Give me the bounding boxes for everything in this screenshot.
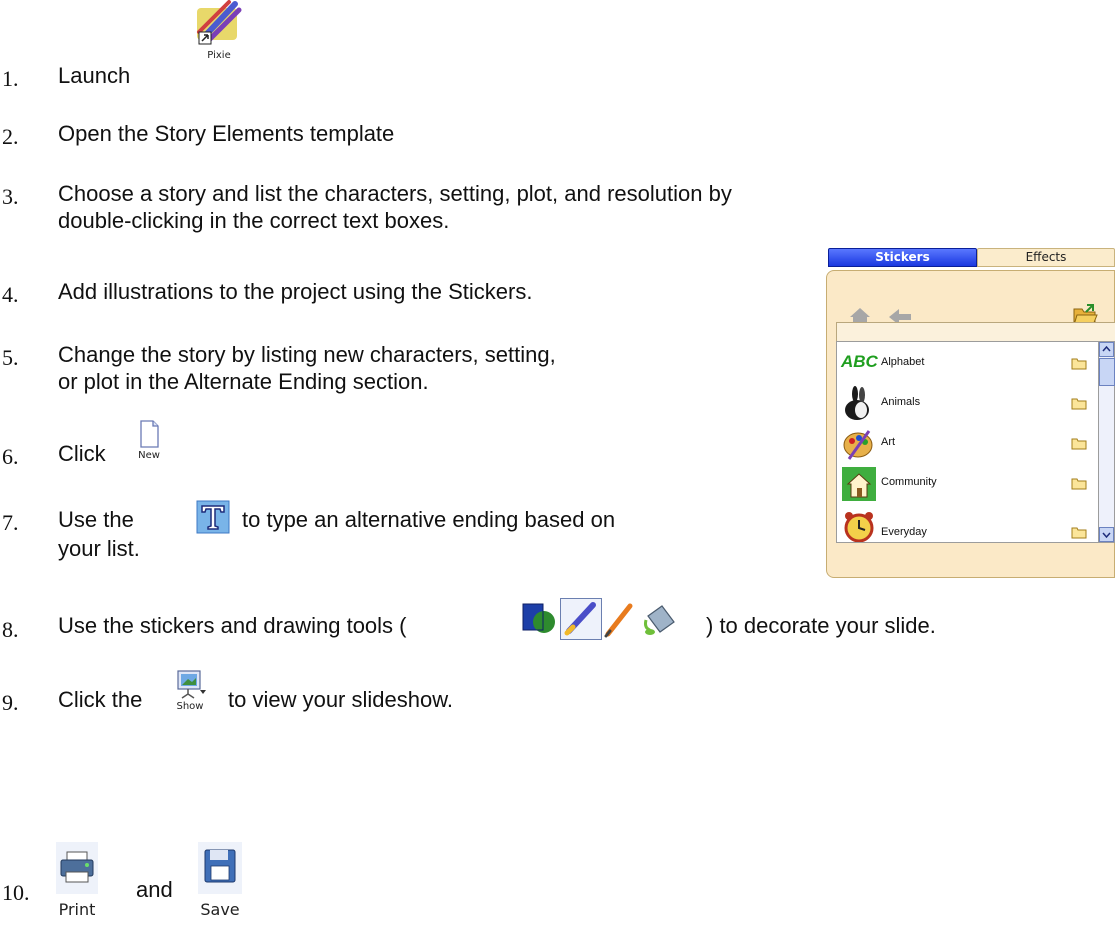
folder-icon	[1071, 478, 1087, 490]
step-text-after-icon: to view your slideshow.	[228, 687, 453, 712]
brush-tool-button[interactable]	[560, 598, 602, 640]
scroll-down-icon[interactable]	[1099, 527, 1114, 542]
step-number: 7.	[2, 510, 19, 535]
pixie-caption: Pixie	[207, 50, 231, 61]
scroll-thumb[interactable]	[1099, 358, 1115, 386]
paint-bucket-tool-button[interactable]	[640, 598, 682, 638]
paint-palette-icon	[843, 430, 873, 460]
step-number: 2.	[2, 124, 19, 149]
pixie-icon-button[interactable]: Pixie	[189, 0, 249, 64]
step-text: Click	[58, 441, 106, 466]
step-number: 6.	[2, 444, 19, 469]
folder-icon	[1071, 398, 1087, 410]
step-text: Click the	[58, 687, 143, 712]
pencil-icon	[604, 603, 633, 638]
sticker-category-label: Community	[881, 476, 937, 488]
folder-icon	[1071, 527, 1087, 539]
step-text: Open the Story Elements template	[58, 121, 395, 146]
sticker-tool-icon	[522, 603, 555, 633]
step-text-line-2: or plot in the Alternate Ending section.	[58, 369, 429, 394]
floppy-disk-icon	[198, 842, 242, 894]
save-caption: Save	[200, 900, 240, 919]
stickers-panel: Stickers Effects ABC Alphabet Animals Ar…	[826, 248, 1115, 578]
step-text-line-2: double-clicking in the correct text boxe…	[58, 208, 450, 233]
scroll-up-icon[interactable]	[1099, 342, 1114, 357]
sticker-category-label: Alphabet	[881, 356, 925, 368]
list-item[interactable]: Animals	[839, 384, 1097, 424]
step-number: 1.	[2, 66, 19, 91]
step-number: 4.	[2, 282, 19, 307]
sticker-category-label: Animals	[881, 396, 921, 408]
new-caption: New	[138, 450, 160, 461]
step-number: 3.	[2, 184, 19, 209]
step-text-and: and	[136, 877, 173, 902]
printer-icon	[56, 842, 98, 894]
step-number: 5.	[2, 345, 19, 370]
step-text: Choose a story and list the characters, …	[58, 181, 732, 206]
rabbit-icon	[845, 386, 869, 420]
step-text: Change the story by listing new characte…	[58, 342, 556, 367]
sticker-category-label: Art	[881, 436, 896, 448]
tab-effects[interactable]: Effects	[977, 248, 1115, 267]
step-text: Add illustrations to the project using t…	[58, 279, 533, 304]
print-caption: Print	[58, 900, 96, 919]
step-text: Use the	[58, 507, 134, 532]
folder-icon	[1071, 358, 1087, 370]
text-tool-icon	[196, 500, 230, 534]
pixie-brush-icon	[197, 0, 242, 45]
list-item[interactable]: Art	[839, 424, 1097, 464]
new-button[interactable]: New	[134, 418, 164, 466]
print-button[interactable]: Print	[54, 840, 100, 940]
sticker-category-list: ABC Alphabet Animals Art Community Every…	[836, 341, 1100, 543]
new-document-icon	[140, 420, 159, 448]
step-text-after-icons: ) to decorate your slide.	[706, 613, 936, 638]
show-button[interactable]: Show	[170, 668, 210, 718]
sticker-list-header	[836, 322, 1115, 342]
alarm-clock-icon	[844, 512, 874, 542]
list-item[interactable]: ABC Alphabet	[839, 344, 1097, 384]
list-item[interactable]: Community	[839, 464, 1097, 504]
list-item[interactable]: Everyday	[839, 504, 1097, 542]
slideshow-icon	[177, 670, 206, 699]
tab-stickers[interactable]: Stickers	[828, 248, 977, 267]
show-caption: Show	[176, 701, 204, 712]
step-text: Use the stickers and drawing tools (	[58, 613, 407, 638]
pencil-tool-button[interactable]	[602, 600, 636, 638]
sticker-category-label: Everyday	[881, 526, 927, 538]
brush-tool-icon	[564, 602, 596, 636]
step-text-line-2: your list.	[58, 536, 140, 561]
step-number: 9.	[2, 690, 19, 715]
paint-bucket-icon	[644, 605, 675, 635]
alphabet-icon: ABC	[841, 352, 878, 371]
save-button[interactable]: Save	[196, 840, 244, 940]
step-number: 10.	[2, 880, 30, 905]
text-tool-button[interactable]	[196, 500, 230, 534]
community-house-icon	[842, 467, 876, 501]
step-text: Launch	[58, 63, 131, 88]
sticker-tool-button[interactable]	[520, 600, 558, 638]
sticker-list-scrollbar[interactable]	[1098, 341, 1115, 543]
step-text-after-icon: to type an alternative ending based on	[242, 507, 616, 532]
step-number: 8.	[2, 617, 19, 642]
folder-icon	[1071, 438, 1087, 450]
